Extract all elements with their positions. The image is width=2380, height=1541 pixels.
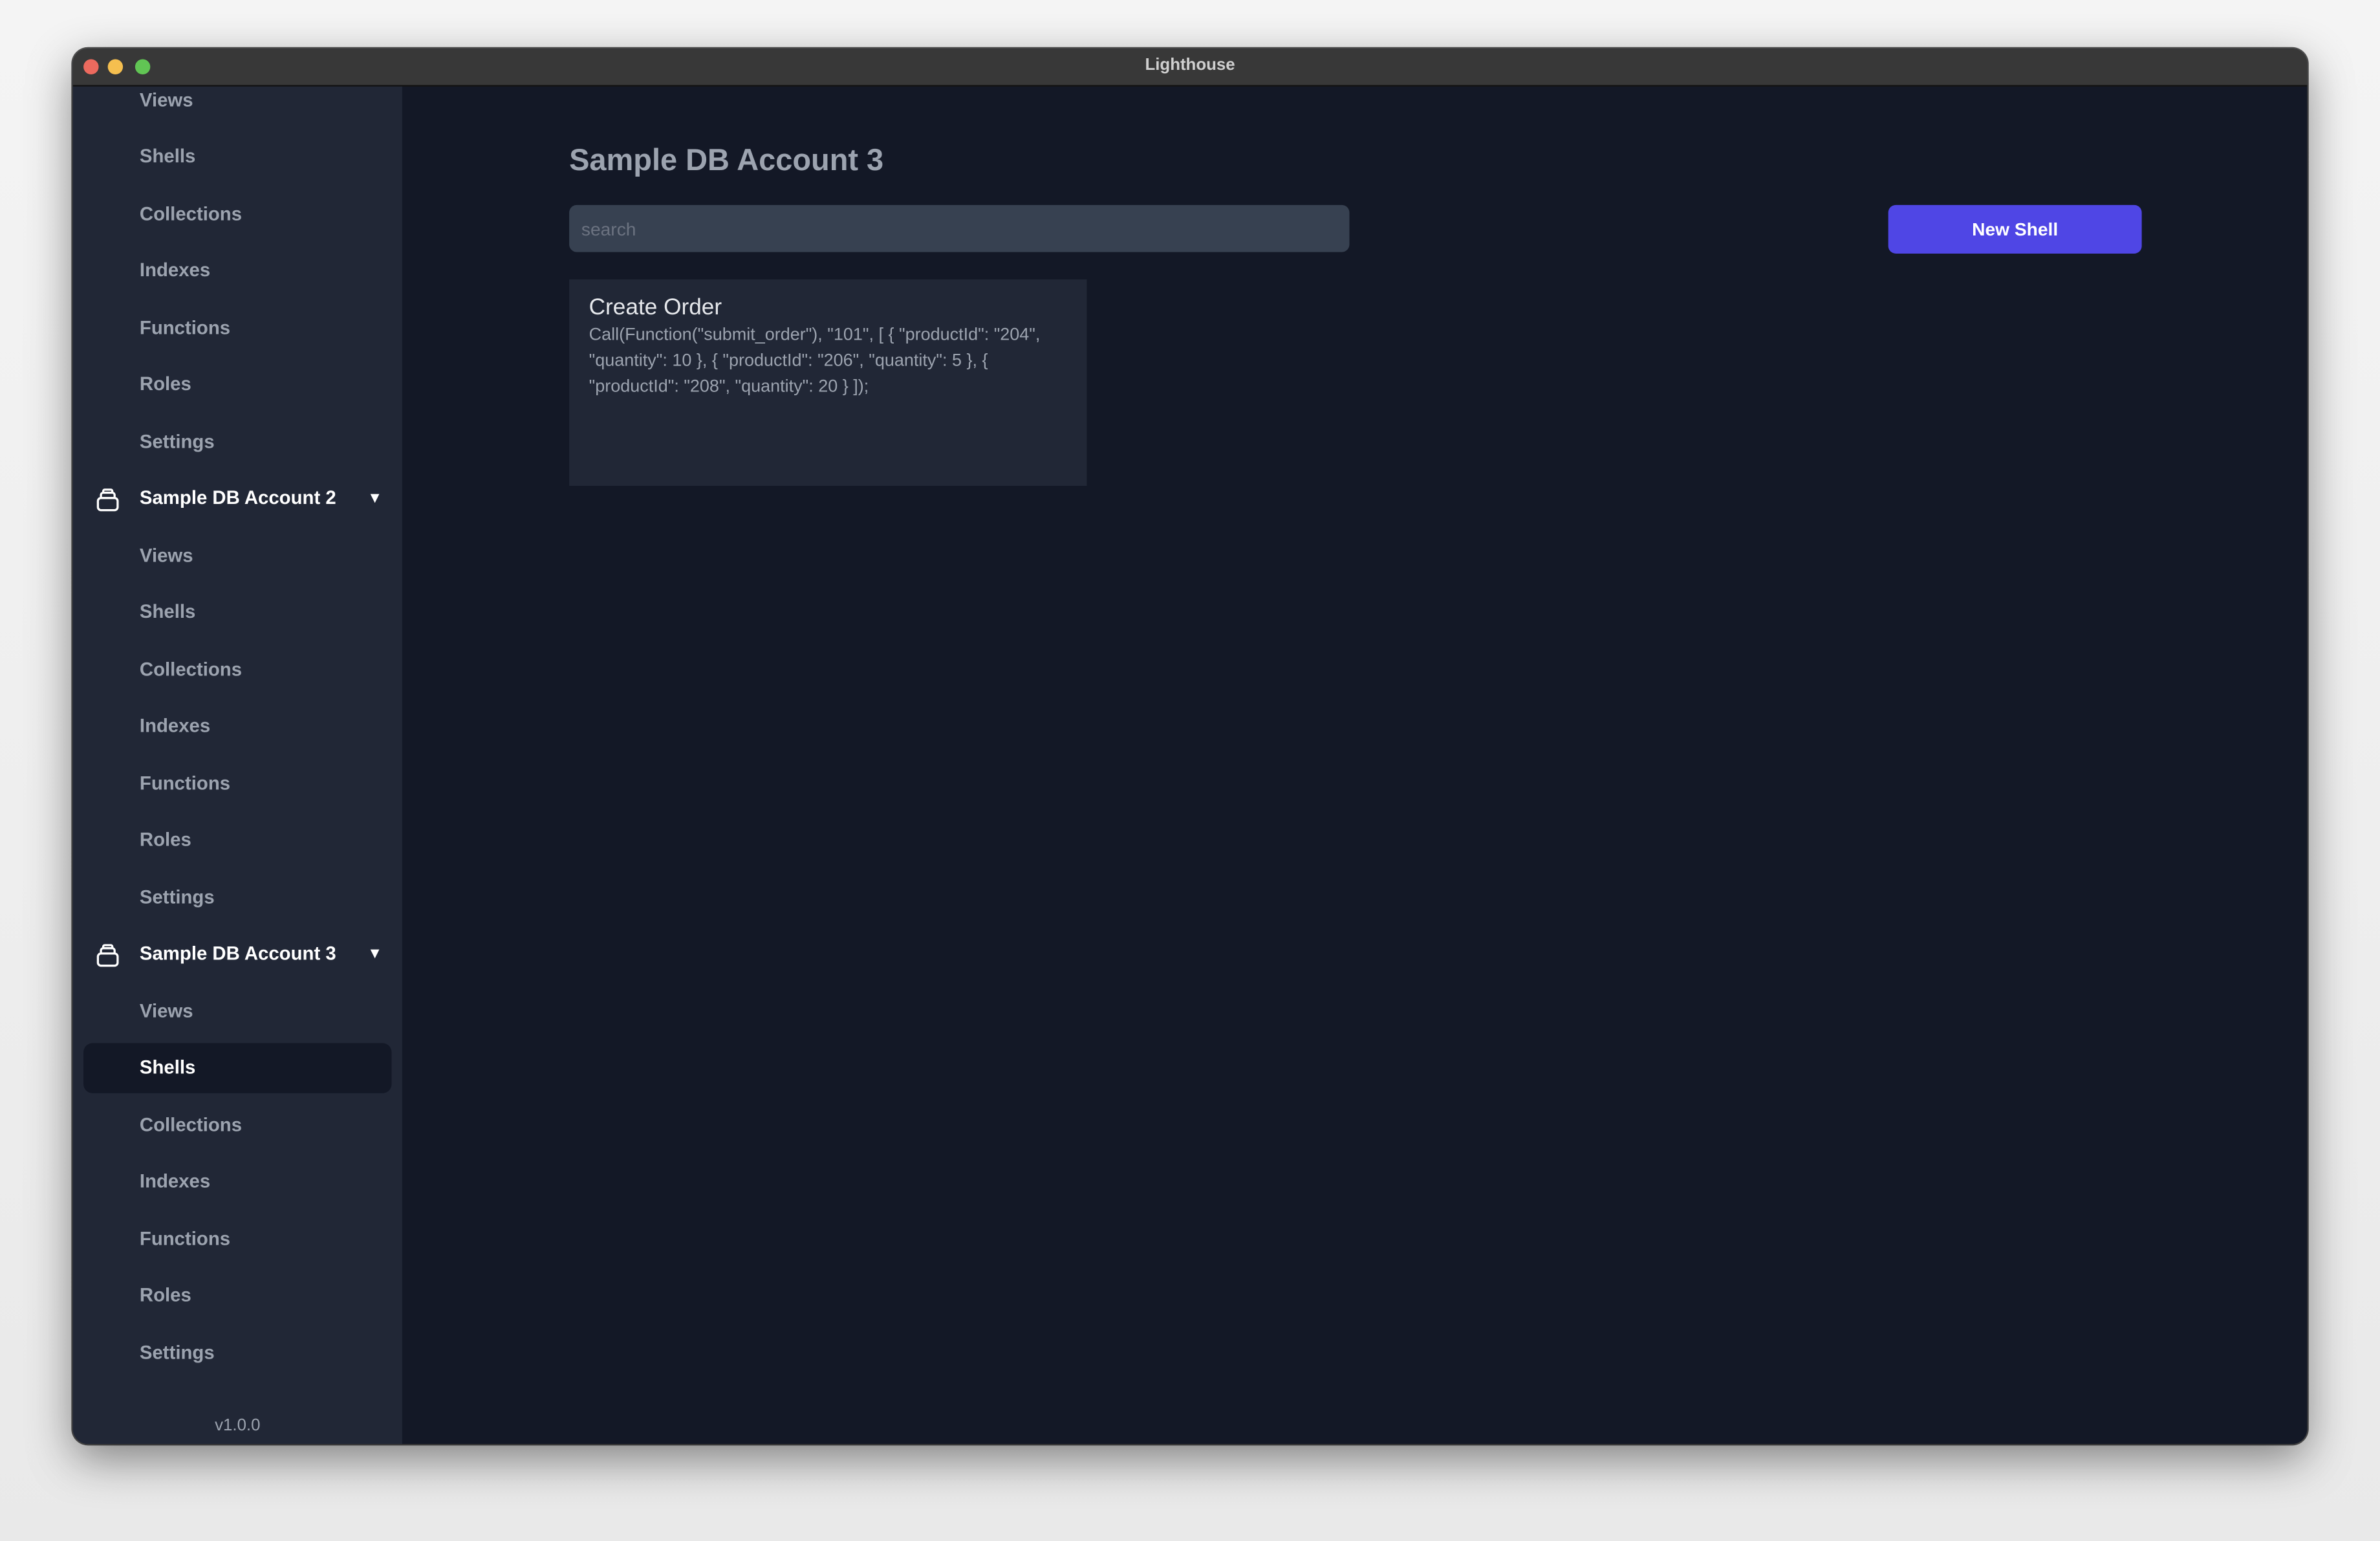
sidebar-item-label: Collections [139, 659, 243, 680]
sidebar-item-label: Functions [139, 316, 231, 338]
sidebar-item[interactable]: Shells [73, 128, 402, 185]
new-shell-button[interactable]: New Shell [1888, 204, 2142, 254]
main-content: Sample DB Account 3 New Shell Create Ord… [402, 86, 2308, 1444]
sidebar-item-label: Collections [139, 1114, 243, 1135]
database-icon [96, 942, 120, 967]
sidebar-item-label: Collections [139, 202, 243, 224]
window-title: Lighthouse [1145, 56, 1235, 75]
sidebar-item-label: Functions [139, 772, 231, 794]
sidebar-item-label: Views [139, 89, 193, 111]
sidebar-item-label: Roles [139, 1285, 191, 1307]
sidebar-item-label: Indexes [139, 716, 211, 737]
sidebar-item[interactable]: Roles [73, 1267, 402, 1324]
sidebar-item[interactable]: Settings [73, 868, 402, 925]
sidebar-item[interactable]: Functions [73, 754, 402, 811]
database-icon [96, 486, 120, 511]
account-name: Sample DB Account 3 [139, 943, 336, 965]
sidebar-item[interactable]: Views [73, 87, 402, 129]
account-name: Sample DB Account 2 [139, 487, 336, 509]
sidebar-item[interactable]: Shells [73, 1040, 402, 1097]
sidebar-item-label: Settings [139, 1342, 215, 1364]
sidebar-item[interactable]: Roles [73, 356, 402, 413]
sidebar-item-label: Settings [139, 886, 215, 908]
chevron-down-icon[interactable]: ▼ [367, 946, 382, 963]
sidebar-item[interactable]: Shells [73, 584, 402, 640]
sidebar-item[interactable]: Roles [73, 811, 402, 868]
sidebar-item-label: Functions [139, 1228, 231, 1249]
chevron-down-icon[interactable]: ▼ [367, 490, 382, 507]
sidebar-item-label: Views [139, 544, 193, 566]
sidebar-item[interactable]: Indexes [73, 697, 402, 754]
page-title: Sample DB Account 3 [569, 144, 884, 178]
sidebar-item[interactable]: Collections [73, 185, 402, 242]
app-window: Lighthouse Views Shells Collections Indexes… [72, 49, 2308, 1444]
sidebar-item[interactable]: Views [73, 527, 402, 584]
sidebar-item-label: Roles [139, 829, 191, 851]
sidebar-item[interactable]: Settings [73, 413, 402, 470]
sidebar-item[interactable]: Views [73, 983, 402, 1040]
sidebar-item[interactable]: Functions [73, 1210, 402, 1267]
sidebar-item-label: Shells [139, 146, 196, 168]
sidebar-item[interactable]: Collections [73, 1097, 402, 1153]
sidebar-item[interactable]: Indexes [73, 1153, 402, 1210]
search-input[interactable] [569, 204, 1350, 252]
sidebar-item-label: Settings [139, 430, 215, 452]
sidebar-item-label: Views [139, 1000, 193, 1022]
sidebar-account-header[interactable]: Sample DB Account 2 ▼ [73, 470, 402, 527]
sidebar-item-label: Indexes [139, 1171, 211, 1192]
app-version: v1.0.0 [215, 1416, 261, 1435]
sidebar-account-header[interactable]: Sample DB Account 3 ▼ [73, 925, 402, 982]
sidebar-nav[interactable]: Views Shells Collections Indexes Functions Ro… [73, 87, 402, 1381]
sidebar-item-label: Shells [139, 601, 196, 623]
sidebar-item-label: Roles [139, 373, 191, 395]
sidebar-item[interactable]: Settings [73, 1324, 402, 1381]
sidebar-item-label: Shells [139, 1057, 196, 1078]
sidebar-item[interactable]: Collections [73, 640, 402, 697]
sidebar-item-label: Indexes [139, 259, 211, 281]
shell-card[interactable]: Create Order Call(Function("submit_order… [569, 279, 1087, 486]
shell-card-title: Create Order [589, 294, 722, 321]
shell-card-code: Call(Function("submit_order"), "101", [ … [589, 326, 1041, 397]
sidebar-item[interactable]: Functions [73, 299, 402, 356]
title-bar: Lighthouse [72, 49, 2308, 87]
sidebar: Views Shells Collections Indexes Functions Ro… [72, 86, 402, 1444]
sidebar-item[interactable]: Indexes [73, 242, 402, 299]
